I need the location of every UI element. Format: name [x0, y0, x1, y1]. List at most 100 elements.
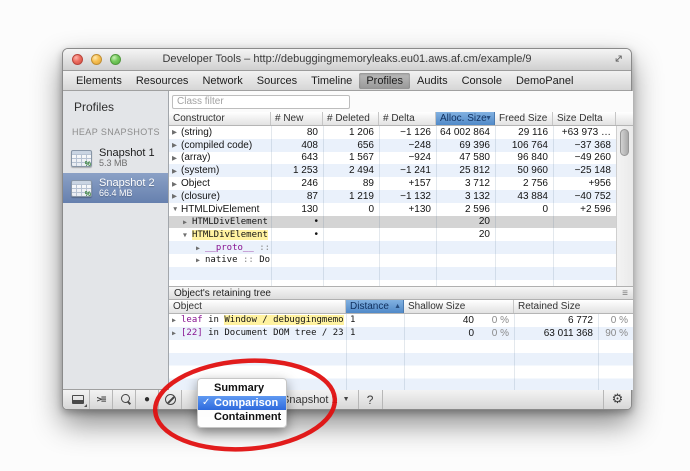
window-titlebar[interactable]: Developer Tools – http://debuggingmemory…	[63, 49, 631, 71]
sidebar-item-snapshot-2[interactable]: % Snapshot 2 66.4 MB	[63, 173, 168, 203]
disclosure-icon[interactable]: ▶	[172, 141, 181, 149]
disclosure-icon[interactable]: ▶	[172, 154, 181, 162]
dock-icon	[72, 395, 84, 404]
column-header-deleted[interactable]: # Deleted	[323, 112, 379, 125]
section-menu-icon[interactable]: ≡	[622, 288, 628, 299]
tab-timeline[interactable]: Timeline	[304, 73, 359, 89]
section-title: Object's retaining tree	[174, 288, 271, 299]
instance-name-search-match: HTMLDivElement	[192, 230, 268, 240]
constructor-name: HTMLDivElement	[181, 204, 259, 215]
retainer-row-leaf[interactable]: ▶leaf in Window / debuggingmemo 1 40 0 %…	[169, 314, 633, 327]
disclosure-icon[interactable]: ▶	[172, 128, 181, 136]
retainer-label: [22]	[181, 328, 203, 338]
property-name: __proto__	[205, 243, 254, 253]
retainer-row-22[interactable]: ▶[22] in Document DOM tree / 23 1 0 0 % …	[169, 327, 633, 340]
disclosure-icon[interactable]: ▶	[172, 329, 181, 337]
disclosure-icon[interactable]: ▶	[172, 167, 181, 175]
menu-item-containment[interactable]: Containment	[198, 410, 286, 425]
window-title: Developer Tools – http://debuggingmemory…	[63, 49, 631, 70]
heap-row-instance-selected[interactable]: ▶HTMLDivElement •20	[169, 216, 633, 229]
scrollbar-thumb[interactable]	[620, 129, 629, 156]
record-button[interactable]: ●	[136, 390, 159, 409]
zoom-button[interactable]	[110, 54, 121, 65]
column-header-constructor[interactable]: Constructor	[169, 112, 271, 125]
retainer-target: Document DOM tree / 23	[224, 328, 343, 338]
class-filter-input[interactable]	[172, 95, 350, 109]
heap-table-header: Constructor # New # Deleted # Delta Allo…	[169, 112, 633, 126]
constructor-name: (system)	[181, 165, 219, 176]
instance-name: HTMLDivElement	[192, 217, 268, 227]
clear-button[interactable]	[159, 390, 182, 409]
shallow-size-value: 0	[404, 328, 479, 339]
vertical-scrollbar[interactable]	[616, 126, 633, 286]
disclosure-icon[interactable]: ▶	[183, 218, 192, 226]
tab-sources[interactable]: Sources	[250, 73, 304, 89]
sidebar-item-snapshot-1[interactable]: % Snapshot 1 5.3 MB	[63, 143, 168, 173]
record-icon: ●	[144, 395, 150, 405]
snapshot-size: 66.4 MB	[99, 189, 155, 198]
minimize-button[interactable]	[91, 54, 102, 65]
shallow-size-percent: 0 %	[479, 315, 514, 326]
menu-item-comparison[interactable]: ✓Comparison	[198, 396, 286, 411]
tab-elements[interactable]: Elements	[69, 73, 129, 89]
tab-network[interactable]: Network	[195, 73, 249, 89]
filter-toolbar	[169, 91, 633, 112]
heap-row-string[interactable]: ▶(string) 801 206−1 12664 002 86429 116+…	[169, 126, 633, 139]
heap-row-proto[interactable]: ▶__proto__ ::	[169, 241, 633, 254]
disclosure-icon[interactable]: ▶	[172, 316, 181, 324]
tab-console[interactable]: Console	[455, 73, 509, 89]
search-button[interactable]	[113, 390, 136, 409]
sidebar-title: Profiles	[63, 91, 168, 114]
chevron-down-icon: ▼	[343, 396, 350, 403]
tab-resources[interactable]: Resources	[129, 73, 196, 89]
tab-demopanel[interactable]: DemoPanel	[509, 73, 580, 89]
retainer-target-search-match: Window / debuggingmemo	[224, 315, 343, 325]
column-header-delta[interactable]: # Delta	[379, 112, 436, 125]
desktop-background: Developer Tools – http://debuggingmemory…	[0, 0, 690, 471]
heap-row-native[interactable]: ▶native :: Do	[169, 254, 633, 267]
console-button[interactable]: >≡	[90, 390, 113, 409]
heap-row-htmldivelement[interactable]: ▼HTMLDivElement 1300+1302 5960+2 596	[169, 203, 633, 216]
close-button[interactable]	[72, 54, 83, 65]
disclosure-icon[interactable]: ▶	[196, 256, 205, 264]
column-header-object[interactable]: Object	[169, 300, 346, 313]
profiles-sidebar: Profiles HEAP SNAPSHOTS % Snapshot 1 5.3…	[63, 91, 169, 389]
property-separator: ::	[259, 243, 270, 253]
column-header-freed-size[interactable]: Freed Size	[495, 112, 553, 125]
empty-rows-stripes	[169, 267, 616, 286]
retaining-tree-header: Object Distance▲ Shallow Size Retained S…	[169, 300, 633, 314]
retainer-mid: in	[208, 315, 219, 325]
heap-row-array[interactable]: ▶(array) 6431 567−92447 58096 840−49 260	[169, 152, 633, 165]
tab-audits[interactable]: Audits	[410, 73, 455, 89]
checkmark-icon: ✓	[202, 396, 210, 411]
disclosure-icon[interactable]: ▶	[172, 192, 181, 200]
settings-button[interactable]: ⚙	[603, 390, 631, 409]
heap-row-closure[interactable]: ▶(closure) 871 219−1 1323 13243 884−40 7…	[169, 190, 633, 203]
tab-profiles[interactable]: Profiles	[359, 73, 410, 89]
gear-icon: ⚙	[612, 392, 624, 407]
column-header-distance[interactable]: Distance▲	[346, 300, 404, 313]
disclosure-icon[interactable]: ▼	[172, 206, 181, 213]
disclosure-icon[interactable]: ▶	[196, 244, 205, 252]
heap-row-object[interactable]: ▶Object 24689+1573 7122 756+956	[169, 177, 633, 190]
column-header-alloc-size[interactable]: Alloc. Size▼	[436, 112, 495, 125]
shallow-size-percent: 0 %	[479, 328, 514, 339]
sort-desc-icon: ▼	[485, 115, 492, 122]
heap-comparison-view: Constructor # New # Deleted # Delta Allo…	[169, 91, 633, 389]
column-header-shallow-size[interactable]: Shallow Size	[404, 300, 514, 313]
heap-row-system[interactable]: ▶(system) 1 2532 494−1 24125 81250 960−2…	[169, 164, 633, 177]
disclosure-icon[interactable]: ▼	[183, 231, 192, 239]
heap-row-compiled-code[interactable]: ▶(compiled code) 408656−24869 396106 764…	[169, 139, 633, 152]
help-button[interactable]: ?	[359, 390, 383, 409]
retainer-mid: in	[208, 328, 219, 338]
dock-button[interactable]	[67, 390, 90, 409]
heap-table-body: ▶(string) 801 206−1 12664 002 86429 116+…	[169, 126, 633, 286]
column-header-size-delta[interactable]: Size Delta	[553, 112, 616, 125]
distance-value: 1	[346, 328, 404, 338]
menu-item-summary[interactable]: Summary	[198, 381, 286, 396]
disclosure-icon[interactable]: ▶	[172, 180, 181, 188]
column-header-new[interactable]: # New	[271, 112, 323, 125]
constructor-name: (compiled code)	[181, 140, 252, 151]
heap-row-instance-highlighted[interactable]: ▼HTMLDivElement •20	[169, 228, 633, 241]
column-header-retained-size[interactable]: Retained Size	[514, 300, 633, 313]
